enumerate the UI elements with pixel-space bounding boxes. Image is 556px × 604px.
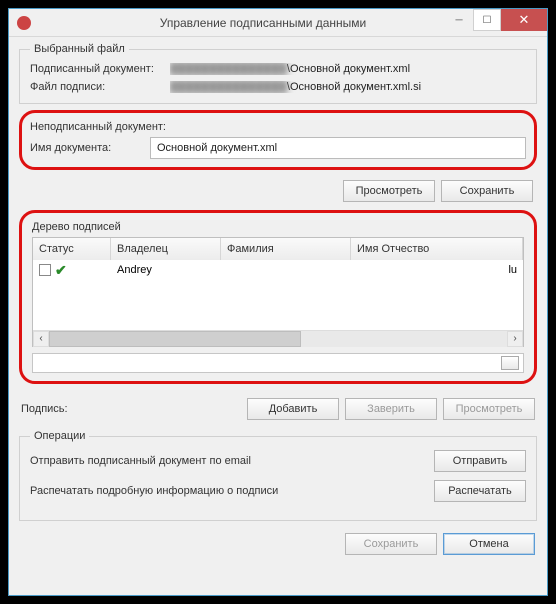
minimize-button[interactable]: ─ (445, 9, 473, 31)
tree-footer-bar (32, 353, 524, 373)
maximize-button[interactable]: ☐ (473, 9, 501, 31)
col-surname[interactable]: Фамилия (221, 238, 351, 260)
window: Управление подписанными данными ─ ☐ ✕ Вы… (8, 8, 548, 596)
close-button[interactable]: ✕ (501, 9, 547, 31)
scroll-left-icon[interactable]: ‹ (33, 331, 49, 347)
certify-button[interactable]: Заверить (345, 398, 437, 420)
signed-doc-label: Подписанный документ: (30, 63, 170, 75)
operations-group: Операции Отправить подписанный документ … (19, 430, 537, 521)
footer-cancel-button[interactable]: Отмена (443, 533, 535, 555)
horizontal-scrollbar[interactable]: ‹ › (33, 330, 523, 346)
view-sig-button[interactable]: Просмотреть (443, 398, 535, 420)
table-row[interactable]: ✔ Andrey lu (33, 260, 523, 280)
unsigned-doc-title: Неподписанный документ: (30, 121, 190, 133)
window-controls: ─ ☐ ✕ (445, 9, 547, 31)
tree-footer-handle[interactable] (501, 356, 519, 370)
scroll-right-icon[interactable]: › (507, 331, 523, 347)
view-button[interactable]: Просмотреть (343, 180, 435, 202)
col-name-patronymic[interactable]: Имя Отчество (351, 238, 523, 260)
row-tail: lu (351, 264, 523, 276)
print-button[interactable]: Распечатать (434, 480, 526, 502)
selected-file-legend: Выбранный файл (30, 43, 129, 55)
status-ok-icon: ✔ (55, 264, 67, 276)
doc-name-value: Основной документ.xml (157, 142, 277, 154)
signed-doc-path: ███████████████ \Основной документ.xml (170, 63, 526, 75)
unsigned-doc-highlight: Неподписанный документ: Имя документа: О… (19, 110, 537, 170)
add-button[interactable]: Добавить (247, 398, 339, 420)
scroll-thumb[interactable] (49, 331, 301, 347)
selected-file-group: Выбранный файл Подписанный документ: ███… (19, 43, 537, 104)
footer-save-button[interactable]: Сохранить (345, 533, 437, 555)
sig-file-path: ███████████████ \Основной документ.xml.s… (170, 81, 526, 93)
app-icon (17, 16, 31, 30)
row-checkbox[interactable] (39, 264, 51, 276)
col-status[interactable]: Статус (33, 238, 111, 260)
operations-legend: Операции (30, 430, 89, 442)
signature-table: Статус Владелец Фамилия Имя Отчество ✔ A… (32, 237, 524, 347)
titlebar: Управление подписанными данными ─ ☐ ✕ (9, 9, 547, 37)
doc-name-input[interactable]: Основной документ.xml (150, 137, 526, 159)
table-header: Статус Владелец Фамилия Имя Отчество (33, 238, 523, 260)
send-email-label: Отправить подписанный документ по email (30, 455, 251, 467)
scroll-track[interactable] (49, 331, 507, 347)
tree-title: Дерево подписей (32, 221, 524, 233)
send-button[interactable]: Отправить (434, 450, 526, 472)
sig-file-label: Файл подписи: (30, 81, 170, 93)
signature-label: Подпись: (21, 403, 121, 415)
print-info-label: Распечатать подробную информацию о подпи… (30, 485, 278, 497)
doc-name-label: Имя документа: (30, 142, 150, 154)
col-owner[interactable]: Владелец (111, 238, 221, 260)
signature-tree-highlight: Дерево подписей Статус Владелец Фамилия … (19, 210, 537, 384)
row-owner: Andrey (111, 264, 221, 276)
save-button[interactable]: Сохранить (441, 180, 533, 202)
